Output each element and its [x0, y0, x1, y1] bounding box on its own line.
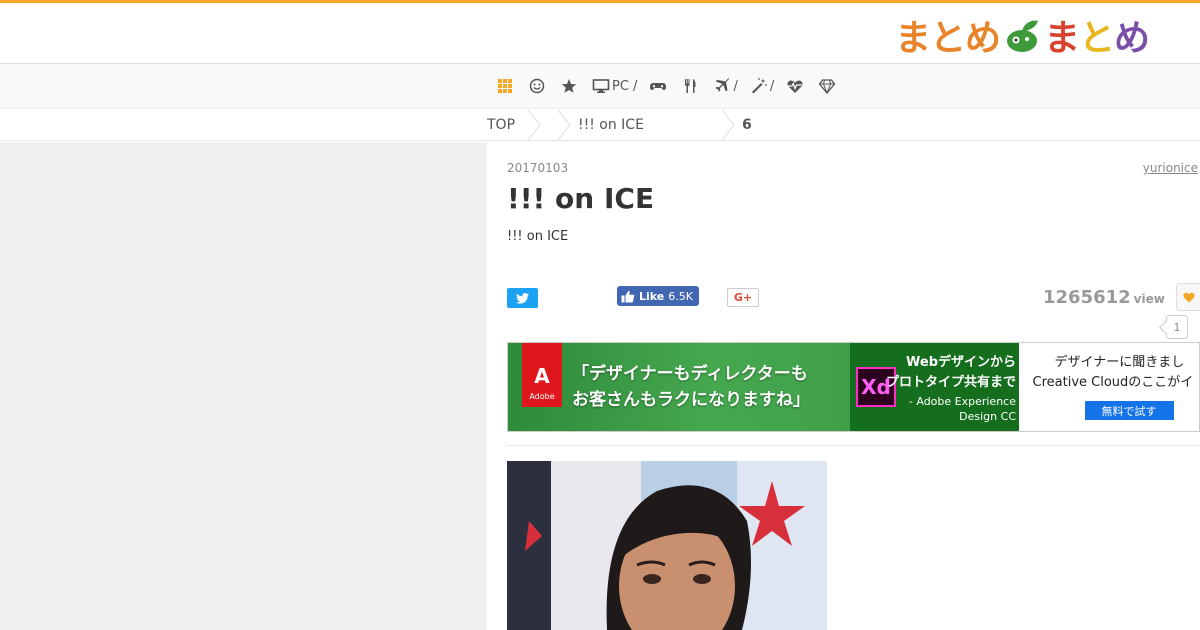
heartbeat-icon: [787, 80, 803, 93]
photo-illustration: [507, 461, 827, 630]
view-count: 1265612: [1043, 287, 1131, 308]
heart-icon: [1183, 292, 1195, 302]
nav-item-pc[interactable]: PC /: [592, 77, 637, 95]
article-photo: [507, 461, 827, 630]
nav-item-fashion[interactable]: [818, 77, 838, 95]
article-description: !!! on ICE: [507, 229, 569, 244]
view-counter: 1265612 view: [1043, 287, 1165, 308]
monitor-icon: [592, 79, 610, 93]
category-nav: PC / / /: [0, 64, 1200, 108]
nav-item-games[interactable]: [649, 77, 669, 95]
nav-item-travel[interactable]: /: [713, 77, 738, 95]
plane-icon: [715, 78, 730, 92]
logo-text-right: まとめ: [1044, 9, 1150, 61]
nav-item-tricks[interactable]: /: [750, 77, 774, 95]
site-header: まとめ まとめ: [0, 3, 1200, 64]
breadcrumb-current: 6: [742, 117, 752, 133]
sprout-logo-icon: [1007, 20, 1039, 52]
google-plus-share-button[interactable]: G+: [727, 288, 759, 307]
gamepad-icon: [650, 83, 667, 90]
logo-text-left: まとめ: [895, 18, 1001, 59]
breadcrumb-separator-icon: [721, 109, 735, 141]
favorite-button[interactable]: [1176, 283, 1200, 311]
facebook-like-button[interactable]: Like 6.5K: [617, 286, 699, 306]
breadcrumb-separator-icon: [557, 109, 571, 141]
facebook-like-label: Like: [639, 289, 665, 303]
thumbs-up-icon: [621, 290, 635, 302]
favorite-count: 1: [1166, 315, 1188, 339]
magic-wand-icon: [751, 78, 767, 94]
ad-xd-panel: Xd Webデザインから プロトタイプ共有まで - Adobe Experien…: [850, 343, 1020, 431]
breadcrumb-separator-icon: [527, 109, 541, 141]
ad-free-trial-button[interactable]: 無料で試す: [1084, 401, 1174, 420]
ad-xd-text: Webデザインから プロトタイプ共有まで - Adobe Experience …: [885, 355, 1016, 423]
adobe-banner-ad[interactable]: A Adobe 「デザイナーもディレクターも お客さんもラクになりますね」 Xd…: [507, 342, 1200, 432]
article-date: 20170103: [507, 161, 569, 175]
grid-icon: [498, 79, 512, 93]
utensils-icon: [685, 79, 696, 93]
ad-right-panel: デザイナーに聞きまし Creative Cloudのここがイ 無料で試す: [1018, 343, 1199, 431]
adobe-logo-icon: A Adobe: [522, 343, 562, 407]
view-unit: view: [1133, 292, 1165, 306]
nav-item-food[interactable]: [681, 77, 701, 95]
content-divider: [507, 445, 1200, 446]
ad-copy: 「デザイナーもディレクターも お客さんもラクになりますね」: [572, 364, 810, 410]
twitter-share-button[interactable]: [507, 288, 538, 308]
smiley-icon: [529, 78, 545, 94]
nav-item-all[interactable]: [496, 77, 516, 95]
nav-item-favorites[interactable]: [560, 77, 580, 95]
breadcrumb: TOP !!! on ICE 6: [0, 108, 1200, 141]
twitter-bird-icon: [516, 292, 529, 304]
nav-item-health[interactable]: [786, 77, 806, 95]
gem-icon: [818, 79, 836, 95]
star-icon: [561, 79, 577, 93]
ad-left-panel: A Adobe 「デザイナーもディレクターも お客さんもラクになりますね」 Xd…: [508, 343, 1020, 431]
nav-item-entertainment[interactable]: [528, 77, 548, 95]
article-title: !!! on ICE: [507, 182, 655, 215]
breadcrumb-category-link[interactable]: !!! on ICE: [578, 117, 644, 133]
author-link[interactable]: yurionice: [1143, 161, 1198, 175]
breadcrumb-top-link[interactable]: TOP: [487, 117, 515, 133]
article-main: 20170103 yurionice !!! on ICE !!! on ICE…: [487, 142, 1200, 630]
facebook-like-count: 6.5K: [668, 289, 693, 303]
ad-right-text: デザイナーに聞きまし Creative Cloudのここがイ: [1032, 355, 1194, 390]
site-logo[interactable]: まとめ まとめ: [895, 13, 1150, 59]
left-sidebar: [0, 142, 487, 630]
